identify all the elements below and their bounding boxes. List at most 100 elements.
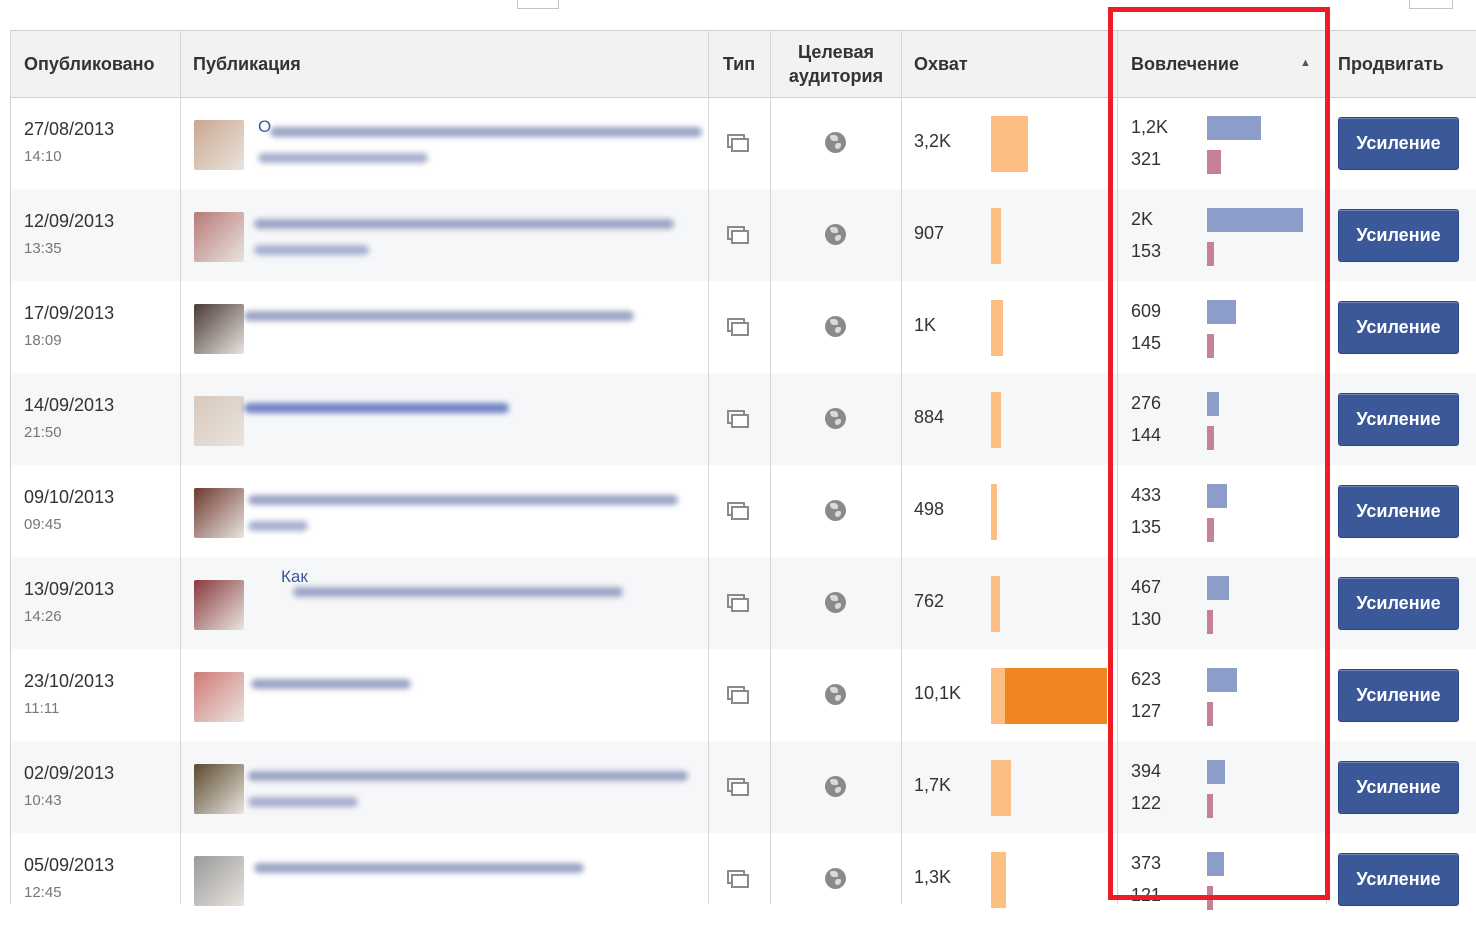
boost-button[interactable]: Усиление [1338, 577, 1459, 630]
multi-photo-icon [727, 870, 749, 888]
post-text-blurred[interactable] [248, 521, 308, 531]
reach-value: 884 [914, 407, 945, 427]
column-divider [1326, 30, 1327, 904]
posts-table: Опубликовано Публикация Тип Целевая ауди… [10, 30, 1476, 910]
post-text-blurred[interactable] [244, 311, 634, 321]
engagement-top-value: 623 [1131, 669, 1162, 689]
boost-button[interactable]: Усиление [1338, 301, 1459, 354]
boost-button[interactable]: Усиление [1338, 485, 1459, 538]
engagement-bottom-value: 130 [1131, 609, 1162, 629]
engagement-top-value: 276 [1131, 393, 1162, 413]
reach-bar [991, 576, 1000, 632]
column-header-promote[interactable]: Продвигать [1338, 31, 1473, 97]
column-header-type[interactable]: Тип [709, 31, 769, 97]
post-thumbnail[interactable] [194, 580, 244, 630]
boost-button[interactable]: Усиление [1338, 117, 1459, 170]
globe-icon [825, 500, 846, 521]
column-header-audience[interactable]: Целевая аудитория [771, 31, 901, 97]
post-thumbnail[interactable] [194, 764, 244, 814]
engagement-bottom-value: 121 [1131, 885, 1162, 905]
post-date: 05/09/2013 [24, 855, 115, 875]
post-text-blurred[interactable] [254, 219, 674, 229]
post-thumbnail[interactable] [194, 488, 244, 538]
boost-button[interactable]: Усиление [1338, 393, 1459, 446]
post-text-blurred[interactable] [270, 127, 702, 137]
engagement-bottom-value: 122 [1131, 793, 1162, 813]
engagement-top-bar [1207, 484, 1227, 508]
post-text-blurred[interactable] [254, 863, 584, 873]
boost-button[interactable]: Усиление [1338, 761, 1459, 814]
post-thumbnail[interactable] [194, 212, 244, 262]
engagement-top-value: 433 [1131, 485, 1162, 505]
column-header-published[interactable]: Опубликовано [24, 31, 184, 97]
post-text-blurred[interactable] [254, 245, 369, 255]
boost-button[interactable]: Усиление [1338, 209, 1459, 262]
globe-icon [825, 224, 846, 245]
engagement-top-bar [1207, 208, 1303, 232]
engagement-bottom-bar [1207, 518, 1214, 542]
post-time: 09:45 [24, 516, 62, 533]
globe-icon [825, 684, 846, 705]
engagement-top-bar [1207, 300, 1236, 324]
engagement-bottom-bar [1207, 242, 1214, 266]
table-row: 23/10/2013 11:11 10,1K 623 127 Усиление [11, 649, 1476, 741]
post-text-start[interactable]: Как [281, 567, 308, 587]
post-text-blurred[interactable] [293, 587, 623, 597]
post-date: 09/10/2013 [24, 487, 115, 507]
engagement-top-value: 394 [1131, 761, 1162, 781]
globe-icon [825, 592, 846, 613]
sort-up-arrow-icon[interactable]: ▲ [1300, 57, 1311, 69]
engagement-bottom-bar [1207, 702, 1213, 726]
post-text-blurred[interactable] [248, 797, 358, 807]
post-time: 13:35 [24, 240, 62, 257]
reach-bar [991, 208, 1001, 264]
engagement-bottom-bar [1207, 334, 1214, 358]
post-date: 13/09/2013 [24, 579, 115, 599]
reach-value: 3,2K [914, 131, 952, 151]
boost-button[interactable]: Усиление [1338, 669, 1459, 722]
post-thumbnail[interactable] [194, 120, 244, 170]
engagement-top-value: 1,2K [1131, 117, 1169, 137]
column-header-publication[interactable]: Публикация [193, 31, 693, 97]
engagement-top-value: 373 [1131, 853, 1162, 873]
reach-bar [991, 760, 1011, 816]
post-text-start[interactable]: О [258, 117, 271, 137]
post-thumbnail[interactable] [194, 672, 244, 722]
post-date: 02/09/2013 [24, 763, 115, 783]
reach-value: 1,7K [914, 775, 952, 795]
post-date: 14/09/2013 [24, 395, 115, 415]
table-row: 27/08/2013 14:10 О 3,2K 1,2K 321 Усиление [11, 97, 1476, 189]
table-row: 13/09/2013 14:26 Как 762 467 130 Усиление [11, 557, 1476, 649]
table-row: 09/10/2013 09:45 498 433 135 Усиление [11, 465, 1476, 557]
post-text-blurred[interactable] [248, 495, 678, 505]
post-text-blurred[interactable] [251, 679, 411, 689]
post-time: 14:26 [24, 608, 62, 625]
engagement-bottom-value: 144 [1131, 425, 1162, 445]
toolbar-control-left[interactable] [517, 0, 559, 9]
multi-photo-icon [727, 594, 749, 612]
toolbar-control-right[interactable] [1409, 0, 1453, 9]
globe-icon [825, 132, 846, 153]
post-date: 23/10/2013 [24, 671, 115, 691]
column-divider [901, 30, 902, 904]
engagement-bottom-value: 135 [1131, 517, 1162, 537]
post-date: 27/08/2013 [24, 119, 115, 139]
globe-icon [825, 868, 846, 889]
post-thumbnail[interactable] [194, 856, 244, 906]
table-header: Опубликовано Публикация Тип Целевая ауди… [11, 30, 1476, 98]
multi-photo-icon [727, 226, 749, 244]
engagement-bottom-value: 321 [1131, 149, 1162, 169]
post-date: 17/09/2013 [24, 303, 115, 323]
column-header-reach[interactable]: Охват [914, 31, 1114, 97]
post-thumbnail[interactable] [194, 396, 244, 446]
engagement-bottom-bar [1207, 150, 1221, 174]
post-date: 12/09/2013 [24, 211, 115, 231]
boost-button[interactable]: Усиление [1338, 853, 1459, 906]
column-header-engagement[interactable]: Вовлечение [1131, 31, 1291, 97]
post-text-blurred[interactable] [248, 771, 688, 781]
post-time: 11:11 [24, 700, 60, 717]
post-thumbnail[interactable] [194, 304, 244, 354]
multi-photo-icon [727, 778, 749, 796]
post-text-blurred[interactable] [244, 403, 509, 413]
post-text-blurred[interactable] [258, 153, 428, 163]
